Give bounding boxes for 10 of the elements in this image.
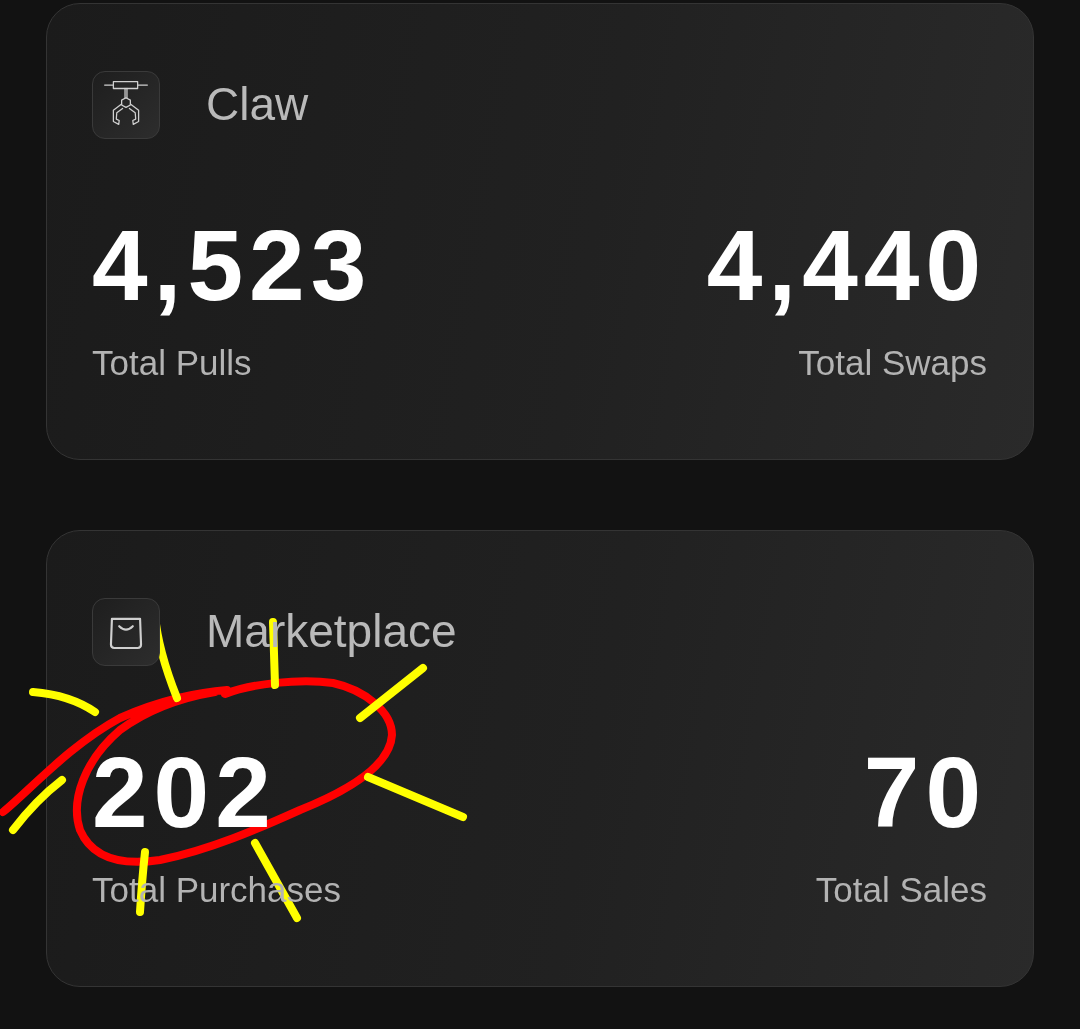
stat-value: 4,440: [706, 215, 987, 315]
stat-label: Total Swaps: [798, 342, 987, 384]
shopping-bag-icon: [92, 598, 160, 666]
stat-label: Total Sales: [815, 869, 987, 911]
stat-value: 4,523: [92, 215, 373, 315]
card-title: Claw: [206, 77, 309, 133]
stat-value: 70: [863, 742, 987, 842]
claw-icon: [92, 71, 160, 139]
stat-value: 202: [92, 742, 277, 842]
stat-label: Total Pulls: [92, 342, 252, 384]
